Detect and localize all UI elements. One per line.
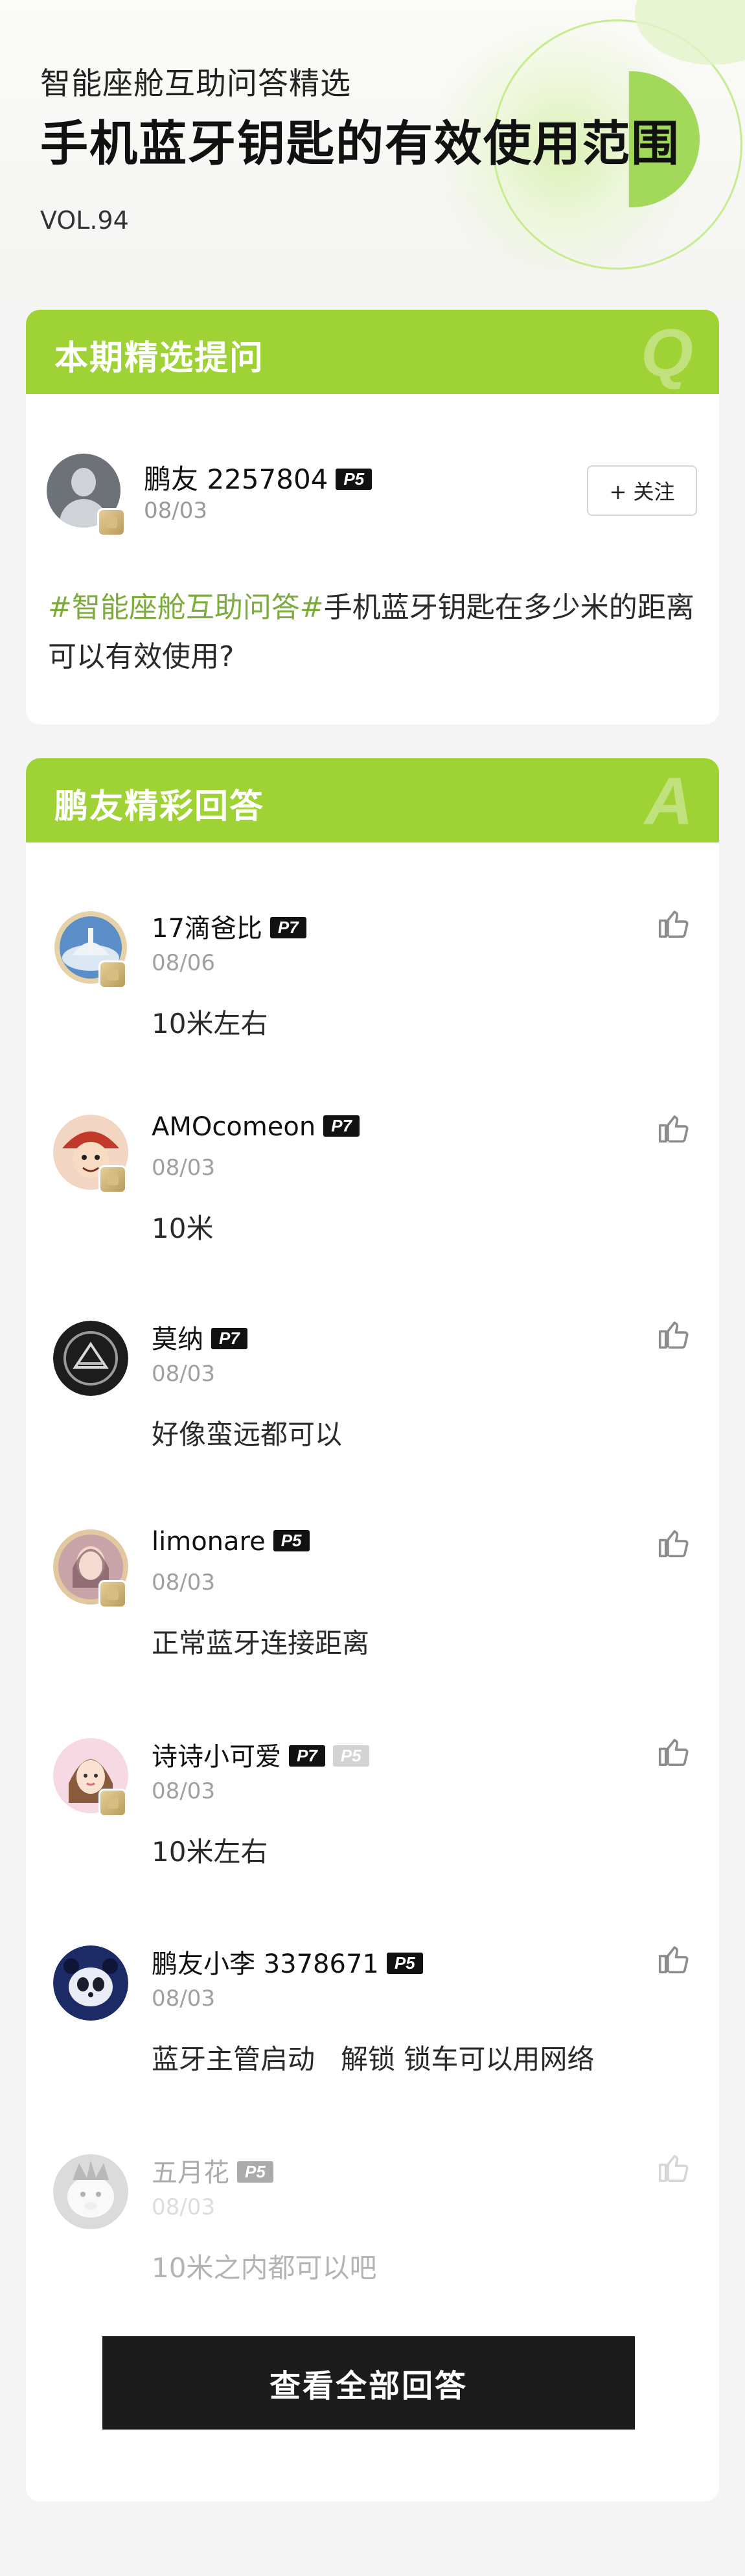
question-date: 08/03 (144, 498, 207, 524)
answer-date: 08/03 (152, 2194, 215, 2220)
level-badge: P5 (273, 1530, 310, 1551)
answer-text: 10米左右 (152, 1836, 268, 1868)
member-level-icon (98, 1165, 127, 1194)
answer-item: 诗诗小可爱 P7 P5 08/03 10米左右 (26, 1738, 719, 1932)
answers-section-heading: 鹏友精彩回答 (54, 787, 265, 826)
answer-item: 鹏友小李 3378671 P5 08/03 蓝牙主管启动 解锁 锁车可以用网络 (26, 1945, 719, 2140)
question-section-heading: 本期精选提问 (54, 339, 265, 378)
follow-button[interactable]: + 关注 (587, 465, 697, 516)
answer-date: 08/03 (152, 1570, 215, 1595)
answer-author-name[interactable]: AMOcomeon P7 (152, 1112, 360, 1142)
volume-label: VOL.94 (40, 206, 129, 235)
answer-author-name[interactable]: limonare P5 (152, 1527, 310, 1557)
answer-author-name[interactable]: 17滴爸比 P7 (152, 907, 306, 945)
author-name-text: 鹏友小李 3378671 (152, 1949, 379, 1979)
view-all-answers-button[interactable]: 查看全部回答 (102, 2336, 635, 2430)
member-level-icon (98, 1789, 127, 1817)
answer-text: 蓝牙主管启动 解锁 锁车可以用网络 (152, 2043, 595, 2075)
answer-item: limonare P5 08/03 正常蓝牙连接距离 (26, 1526, 719, 1724)
answer-author-name[interactable]: 五月花 P5 (152, 2152, 273, 2189)
answer-author-name[interactable]: 鹏友小李 3378671 P5 (152, 1943, 423, 1980)
question-card: 本期精选提问 Q 鹏友 2257804 P5 08/03 + 关注 #智能座舱互助… (26, 310, 719, 725)
secondary-level-badge: P5 (332, 1745, 369, 1767)
answer-date: 08/03 (152, 1155, 215, 1181)
answer-author-name[interactable]: 诗诗小可爱 P7 P5 (152, 1735, 369, 1773)
answer-date: 08/03 (152, 1778, 215, 1804)
level-badge: P7 (269, 917, 306, 938)
a-watermark-icon: A (644, 764, 693, 839)
answers-card-header: 鹏友精彩回答 A (26, 758, 719, 842)
thumbs-up-icon[interactable] (656, 906, 691, 941)
panda-avatar[interactable] (53, 1945, 128, 2021)
header-banner: 智能座舱互助问答精选 手机蓝牙钥匙的有效使用范围 VOL.94 (0, 0, 745, 305)
answer-text: 10米 (152, 1213, 214, 1244)
thumbs-up-icon[interactable] (656, 1317, 691, 1352)
member-level-icon (98, 1580, 127, 1608)
header-subtitle: 智能座舱互助问答精选 (40, 66, 351, 102)
answer-item: AMOcomeon P7 08/03 10米 (26, 1112, 719, 1309)
answer-text: 10米之内都可以吧 (152, 2252, 377, 2284)
level-badge: P7 (289, 1745, 325, 1767)
thumbs-up-icon[interactable] (656, 1942, 691, 1977)
answer-item: 莫纳 P7 08/03 好像蛮远都可以 (26, 1321, 719, 1515)
level-badge: P5 (386, 1953, 423, 1974)
answer-text: 10米左右 (152, 1008, 268, 1039)
thumbs-up-icon[interactable] (656, 1526, 691, 1561)
author-name-text: 莫纳 (152, 1325, 203, 1354)
thumbs-up-icon[interactable] (656, 1734, 691, 1769)
question-author-name[interactable]: 鹏友 2257804 P5 (144, 458, 372, 497)
answer-date: 08/03 (152, 1361, 215, 1387)
author-name-text: limonare (152, 1527, 266, 1557)
level-badge: P7 (323, 1115, 360, 1137)
member-level-icon (98, 960, 127, 989)
author-name-text: 17滴爸比 (152, 914, 262, 944)
answer-text: 好像蛮远都可以 (152, 1419, 343, 1450)
answer-item: 五月花 P5 08/03 10米之内都可以吧 (26, 2154, 719, 2349)
thumbs-up-icon[interactable] (656, 1111, 691, 1146)
answer-date: 08/06 (152, 950, 215, 976)
answer-date: 08/03 (152, 1986, 215, 2012)
q-watermark-icon: Q (641, 316, 693, 391)
author-name-text: 诗诗小可爱 (152, 1742, 281, 1772)
answer-item: 17滴爸比 P7 08/06 10米左右 (26, 910, 719, 1104)
page-title: 手机蓝牙钥匙的有效使用范围 (40, 116, 680, 172)
level-badge: P7 (211, 1328, 247, 1349)
author-name-text: AMOcomeon (152, 1112, 316, 1142)
topic-tag-link[interactable]: #智能座舱互助问答# (48, 591, 324, 624)
level-badge: P5 (237, 2161, 273, 2183)
level-badge: P5 (336, 469, 372, 490)
cartoon-mascot-avatar[interactable] (53, 2154, 128, 2229)
member-level-icon (97, 508, 126, 537)
author-name-text: 鹏友 2257804 (144, 463, 328, 495)
author-name-text: 五月花 (152, 2158, 229, 2188)
thumbs-up-icon[interactable] (656, 2150, 691, 2185)
answer-author-name[interactable]: 莫纳 P7 (152, 1318, 247, 1356)
question-text: #智能座舱互助问答#手机蓝牙钥匙在多少米的距离可以有效使用? (48, 583, 696, 682)
question-card-header: 本期精选提问 Q (26, 310, 719, 394)
question-body: 鹏友 2257804 P5 08/03 + 关注 #智能座舱互助问答#手机蓝牙钥匙… (26, 394, 719, 725)
car-logo-avatar[interactable] (53, 1321, 128, 1396)
answer-text: 正常蓝牙连接距离 (152, 1627, 370, 1659)
answers-card: 鹏友精彩回答 A 17滴爸比 P7 08/06 10米左右 AMOcomeon … (26, 758, 719, 2501)
